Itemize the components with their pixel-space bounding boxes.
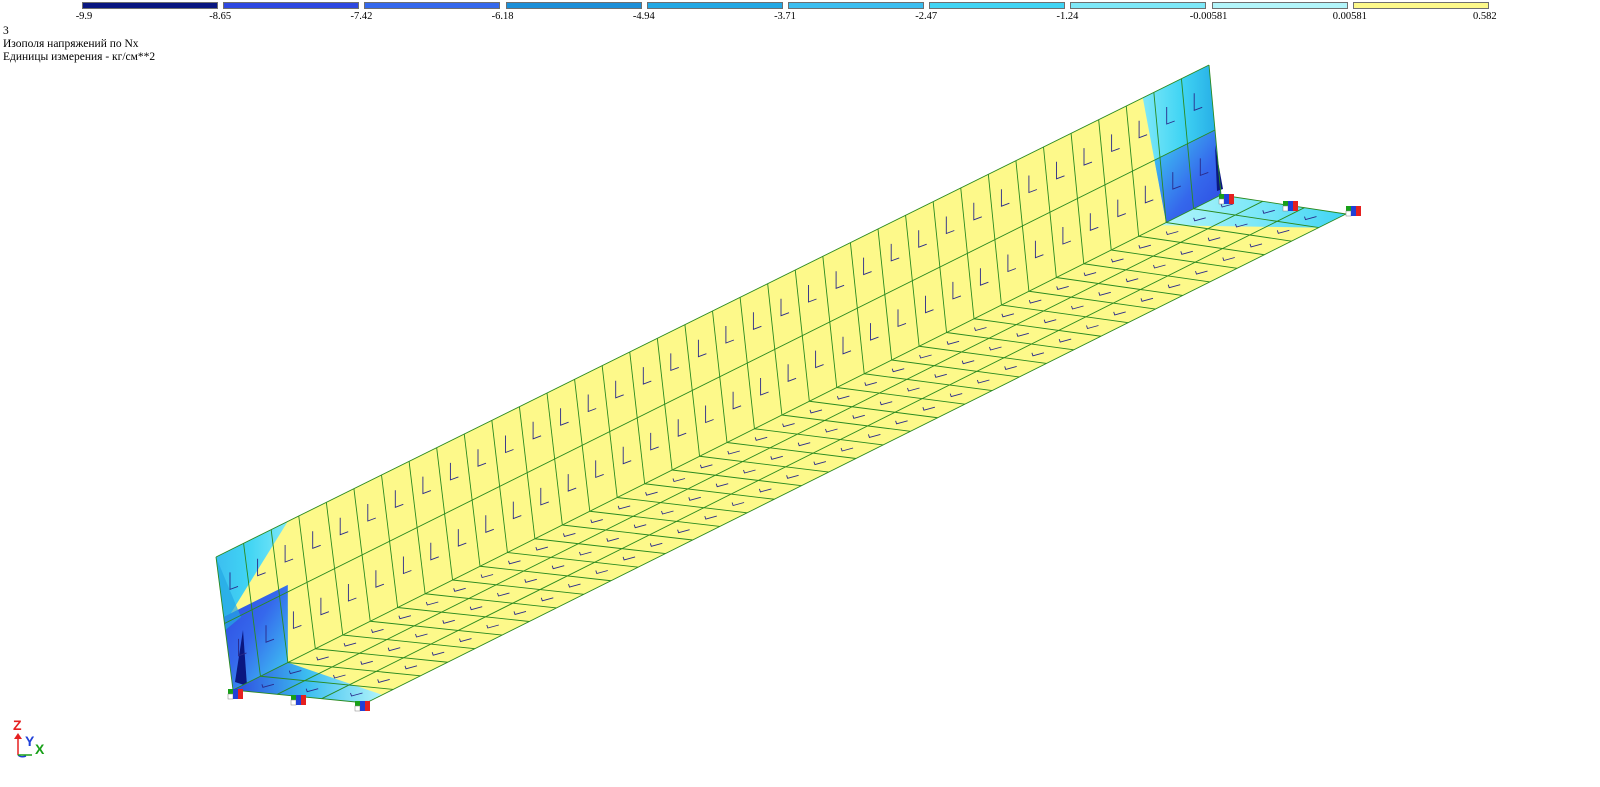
support-fixity-y: [360, 701, 365, 706]
support-fixity-uy: [233, 694, 238, 699]
support-node: [354, 701, 370, 712]
support-fixity-ux: [1345, 210, 1352, 217]
support-node: [227, 689, 243, 700]
support-fixity-ux: [1282, 205, 1289, 212]
support-fixity-uy: [296, 700, 301, 705]
wall-row-line: [232, 194, 1222, 691]
support-fixity-x: [228, 689, 233, 694]
support-fixity-y: [1288, 201, 1293, 206]
support-node: [1218, 194, 1234, 205]
support-fixity-uy: [1351, 211, 1356, 216]
support-fixity-uz: [365, 706, 370, 711]
support-node: [1345, 206, 1361, 217]
support-fixity-ux: [1218, 198, 1225, 205]
flange-row-line: [277, 200, 1263, 695]
fe-model-view[interactable]: [0, 0, 1600, 787]
support-fixity-uy: [360, 706, 365, 711]
support-fixity-x: [1219, 194, 1224, 199]
axis-x-label: X: [35, 741, 45, 757]
support-fixity-x: [1346, 206, 1351, 211]
support-fixity-x: [1283, 201, 1288, 206]
support-fixity-ux: [354, 705, 361, 712]
axis-z-label: Z: [13, 717, 22, 733]
support-fixity-z: [1356, 206, 1361, 211]
support-fixity-y: [233, 689, 238, 694]
support-fixity-z: [1229, 194, 1234, 199]
support-fixity-uy: [1224, 199, 1229, 204]
support-fixity-y: [1224, 194, 1229, 199]
support-fixity-z: [301, 695, 306, 700]
coordinate-axes-triad: Z Y X: [8, 718, 56, 772]
support-fixity-uz: [1229, 199, 1234, 204]
support-node: [1282, 201, 1298, 212]
support-fixity-x: [291, 695, 296, 700]
support-fixity-x: [355, 701, 360, 706]
support-fixity-z: [1293, 201, 1298, 206]
stress-isofields: [216, 65, 1346, 703]
support-fixity-z: [365, 701, 370, 706]
support-fixity-uy: [1288, 206, 1293, 211]
support-fixity-z: [238, 689, 243, 694]
support-fixity-uz: [1356, 211, 1361, 216]
support-fixity-y: [296, 695, 301, 700]
support-fixity-ux: [290, 699, 297, 706]
support-node: [290, 695, 306, 706]
support-fixity-uz: [301, 700, 306, 705]
support-fixity-y: [1351, 206, 1356, 211]
support-fixity-uz: [238, 694, 243, 699]
support-fixity-ux: [227, 693, 234, 700]
flange-panel: [233, 195, 1346, 703]
wall-row-line: [224, 129, 1216, 624]
axis-y-label: Y: [25, 733, 35, 749]
support-fixity-uz: [1293, 206, 1298, 211]
